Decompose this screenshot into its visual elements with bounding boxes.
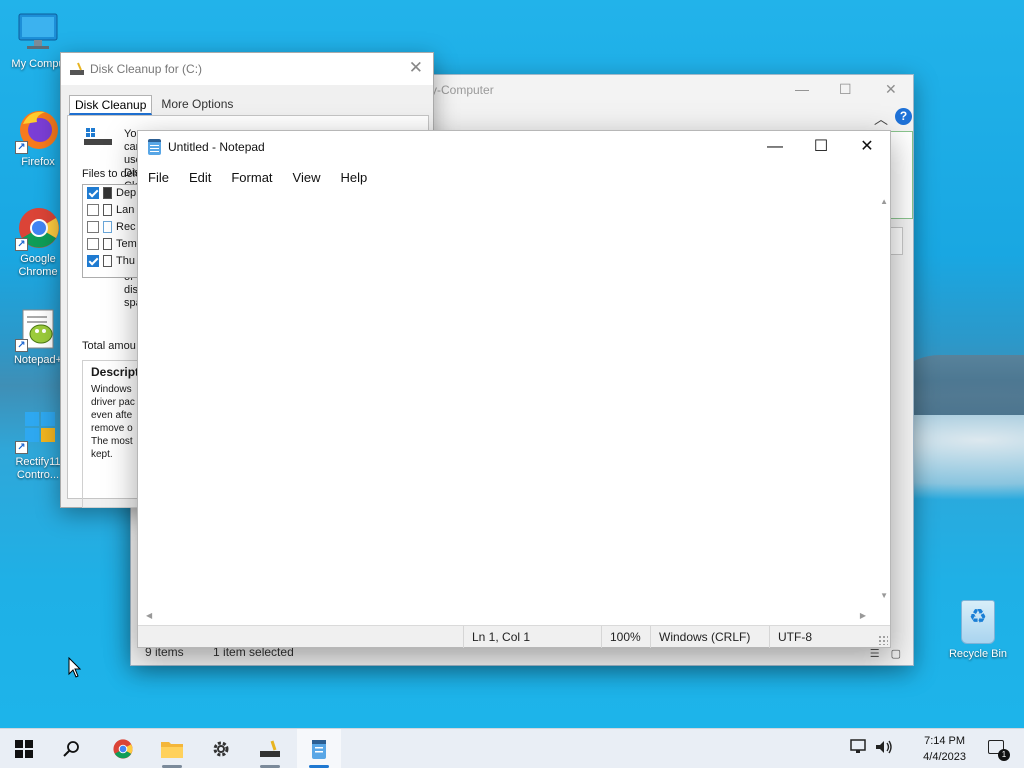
scroll-down-arrow-icon[interactable]: ▼ — [880, 591, 888, 600]
list-item[interactable]: Rec — [83, 219, 141, 236]
file-icon — [103, 255, 112, 268]
disk-cleanup-icon — [70, 62, 84, 75]
maximize-button[interactable]: ☐ — [839, 81, 852, 98]
search-icon — [63, 741, 79, 757]
folder-icon — [161, 742, 183, 758]
help-icon[interactable]: ? — [895, 108, 912, 125]
taskbar-file-explorer[interactable] — [150, 729, 194, 768]
files-list[interactable]: Dep Lan Rec Tem Thu — [82, 184, 142, 278]
file-icon — [103, 238, 112, 251]
checkbox[interactable] — [87, 221, 99, 234]
encoding: UTF-8 — [769, 626, 869, 648]
tab-more-options[interactable]: More Options — [156, 95, 238, 115]
close-button[interactable]: ✕ — [885, 81, 897, 98]
notepad-status-bar: Ln 1, Col 1 100% Windows (CRLF) UTF-8 — [138, 625, 890, 648]
network-icon[interactable] — [850, 739, 868, 760]
recycle-icon — [103, 221, 112, 234]
scroll-right-arrow-icon[interactable]: ▶ — [860, 611, 866, 620]
desktop-icon-label: Recycle Bin — [948, 648, 1008, 660]
menu-help[interactable]: Help — [330, 167, 377, 189]
notification-badge: 1 — [998, 749, 1010, 761]
disk-cleanup-icon — [260, 740, 280, 757]
notepad-window[interactable]: Untitled - Notepad — ☐ ✕ File Edit Forma… — [137, 130, 891, 648]
notepad-icon — [148, 139, 161, 155]
taskbar-notepad[interactable] — [297, 729, 341, 768]
firefox-icon: ↗ — [15, 108, 61, 154]
close-button[interactable]: ✕ — [409, 58, 423, 78]
description-text: Windows driver pac even afte remove o Th… — [91, 384, 135, 460]
mouse-cursor-icon — [68, 657, 82, 678]
disk-cleanup-title: Disk Cleanup for (C:) — [90, 62, 203, 76]
taskbar: 7:14 PM 4/4/2023 1 — [0, 728, 1024, 768]
checkbox[interactable] — [87, 187, 99, 200]
view-toggle-icons[interactable]: ☰ ▢ — [870, 647, 905, 660]
scroll-left-arrow-icon[interactable]: ◀ — [146, 611, 152, 620]
search-button[interactable] — [50, 729, 94, 768]
shortcut-arrow-icon: ↗ — [15, 238, 28, 251]
drive-icon — [84, 128, 112, 145]
menu-bar: File Edit Format View Help — [138, 167, 377, 189]
checkbox[interactable] — [87, 238, 99, 251]
cursor-position: Ln 1, Col 1 — [463, 626, 601, 648]
maximize-button[interactable]: ☐ — [798, 135, 844, 159]
zoom-level: 100% — [601, 626, 651, 648]
file-icon — [103, 187, 112, 200]
minimize-button[interactable]: — — [795, 81, 809, 97]
close-button[interactable]: ✕ — [844, 135, 890, 159]
disk-cleanup-titlebar: Disk Cleanup for (C:) ✕ — [61, 53, 433, 85]
system-clock[interactable]: 7:14 PM 4/4/2023 — [923, 733, 966, 765]
menu-view[interactable]: View — [283, 167, 331, 189]
tab-disk-cleanup[interactable]: Disk Cleanup — [69, 95, 153, 115]
recycle-bin-icon — [961, 600, 995, 644]
shortcut-arrow-icon: ↗ — [15, 141, 28, 154]
taskbar-settings[interactable] — [199, 729, 243, 768]
gear-icon — [213, 741, 229, 757]
chrome-icon — [113, 739, 133, 759]
notepad-titlebar: Untitled - Notepad — ☐ ✕ — [138, 131, 890, 163]
file-icon — [103, 204, 112, 217]
computer-icon — [15, 10, 61, 56]
notepad-title: Untitled - Notepad — [168, 140, 265, 154]
menu-format[interactable]: Format — [221, 167, 282, 189]
shortcut-arrow-icon: ↗ — [15, 441, 28, 454]
disk-cleanup-tabs: Disk Cleanup More Options — [69, 95, 238, 115]
text-editor-area[interactable] — [138, 193, 890, 627]
checkbox[interactable] — [87, 255, 99, 268]
clock-time: 7:14 PM — [924, 735, 966, 747]
minimize-button[interactable]: — — [752, 135, 798, 159]
menu-file[interactable]: File — [138, 167, 179, 189]
desktop-icon-recycle-bin[interactable]: Recycle Bin — [940, 600, 1016, 661]
clock-date: 4/4/2023 — [923, 751, 966, 763]
total-amount-label: Total amou — [82, 340, 136, 352]
list-item[interactable]: Thu — [83, 253, 141, 270]
list-item[interactable]: Tem — [83, 236, 141, 253]
windows-logo-icon — [15, 740, 33, 758]
resize-grip-icon[interactable] — [878, 635, 888, 645]
list-item[interactable]: Lan — [83, 202, 141, 219]
rectify-icon: ↗ — [15, 408, 61, 454]
chrome-icon: ↗ — [15, 205, 61, 251]
taskbar-chrome[interactable] — [101, 729, 145, 768]
shortcut-arrow-icon: ↗ — [15, 339, 28, 352]
collapse-ribbon-icon[interactable]: ︿ — [874, 109, 888, 129]
description-group: Descript Windows driver pac even afte re… — [82, 360, 142, 508]
line-ending: Windows (CRLF) — [650, 626, 770, 648]
description-title: Descript — [91, 365, 140, 379]
start-button[interactable] — [2, 729, 46, 768]
volume-icon[interactable] — [874, 739, 894, 760]
explorer-title: y-Computer — [431, 83, 494, 97]
notepad-icon — [312, 740, 326, 759]
scroll-up-arrow-icon[interactable]: ▲ — [880, 197, 888, 206]
list-item[interactable]: Dep — [83, 185, 141, 202]
menu-edit[interactable]: Edit — [179, 167, 221, 189]
notepadpp-icon: ↗ — [15, 306, 61, 352]
checkbox[interactable] — [87, 204, 99, 217]
taskbar-disk-cleanup[interactable] — [248, 729, 292, 768]
search-field[interactable] — [891, 227, 903, 255]
